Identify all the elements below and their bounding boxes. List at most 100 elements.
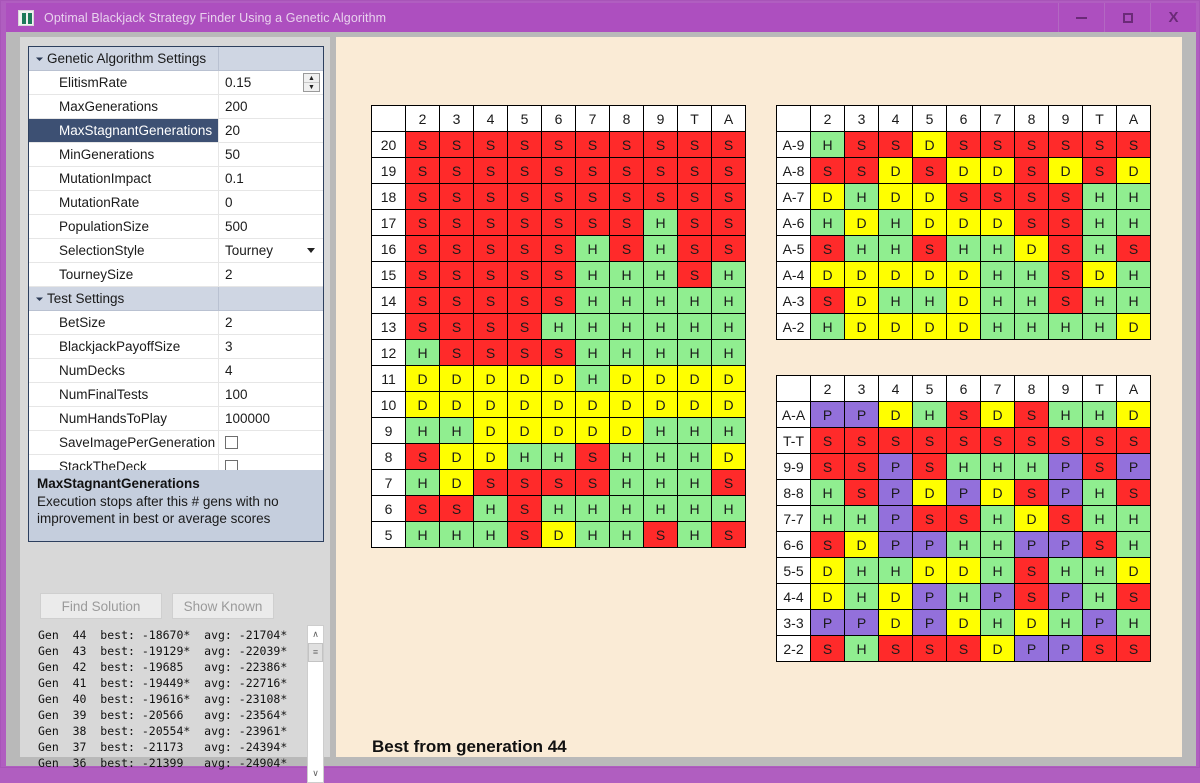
strategy-cell: S [912,635,947,662]
property-name: NumDecks [29,359,219,382]
property-row[interactable]: Test Settings [29,287,323,311]
strategy-cell: S [1014,157,1049,184]
strategy-cell: D [912,183,947,210]
row-header: 14 [371,287,406,314]
strategy-cell: H [609,261,644,288]
strategy-cell: S [575,183,610,210]
strategy-cell: D [946,287,981,314]
strategy-cell: S [1014,583,1049,610]
scrollbar-thumb[interactable]: ≡ [308,643,323,662]
property-row[interactable]: BlackjackPayoffSize 3 [29,335,323,359]
strategy-cell: S [912,427,947,454]
table-row: 5HHHSDHHSHS [371,521,746,548]
find-solution-button[interactable]: Find Solution [40,593,162,619]
table-row: 18 S S S S S S S S S S [371,183,746,210]
show-known-button[interactable]: Show Known [172,593,274,619]
expander-icon[interactable] [35,53,44,62]
strategy-cell: D [980,209,1015,236]
strategy-cell: P [844,609,879,636]
row-header: 10 [371,391,406,418]
strategy-cell: H [643,495,678,522]
strategy-cell: D [609,365,644,392]
strategy-cell: D [810,183,845,210]
maximize-button[interactable] [1104,3,1150,32]
strategy-cell: S [1082,131,1117,158]
property-row[interactable]: NumHandsToPlay 100000 [29,407,323,431]
scrollbar-track[interactable] [308,662,323,765]
table-row: A-6 H D H D D D S S H H [776,209,1151,236]
property-value[interactable]: 200 [219,95,323,118]
property-row[interactable]: MaxStagnantGenerations 20 [29,119,323,143]
spinner-down-icon[interactable]: ▼ [304,83,319,91]
property-value[interactable]: 500 [219,215,323,238]
property-value[interactable]: 0.1 [219,167,323,190]
property-row[interactable]: NumFinalTests 100 [29,383,323,407]
chevron-down-icon[interactable] [307,248,315,253]
property-value[interactable]: 100000 [219,407,323,430]
property-row[interactable]: TourneySize 2 [29,263,323,287]
property-value[interactable]: 100 [219,383,323,406]
property-value[interactable]: 0.15 ▲ ▼ [219,71,323,94]
strategy-cell: D [439,469,474,496]
property-row[interactable]: PopulationSize 500 [29,215,323,239]
strategy-cell: D [946,609,981,636]
column-header: 5 [912,105,947,132]
log-scrollbar[interactable]: ∧ ≡ ∨ [307,625,324,783]
property-row[interactable]: NumDecks 4 [29,359,323,383]
strategy-cell: S [405,287,440,314]
property-value[interactable]: Tourney [219,239,323,262]
strategy-cell: P [980,583,1015,610]
strategy-cell: D [439,443,474,470]
strategy-cell: D [878,157,913,184]
property-row[interactable]: ElitismRate 0.15 ▲ ▼ [29,71,323,95]
property-value[interactable]: 0 [219,191,323,214]
property-value[interactable]: 2 [219,263,323,286]
property-value-text: 20 [225,123,241,138]
row-header: A-7 [776,183,811,210]
property-grid[interactable]: Genetic Algorithm Settings ElitismRate 0.1… [28,46,324,542]
strategy-cell: H [844,557,879,584]
strategy-cell: S [844,453,879,480]
spinner-control[interactable]: ▲ ▼ [303,73,320,92]
table-row: 4-4 D H D P H P S P H S [776,583,1151,610]
strategy-cell: D [507,391,542,418]
property-row[interactable]: SelectionStyle Tourney [29,239,323,263]
generation-log: Gen 44 best: -18670* avg: -21704* 12s Ge… [38,628,288,770]
pairs-table: 2 3 4 5 6 7 8 9 T A A-A P P D H S D S H H D T-T S S S S S S S S S S 9-9 S… [776,375,1151,662]
strategy-cell: H [946,453,981,480]
expander-icon[interactable] [35,293,44,302]
property-row[interactable]: MutationImpact 0.1 [29,167,323,191]
strategy-cell: H [643,417,678,444]
property-value[interactable]: 50 [219,143,323,166]
property-row[interactable]: MaxGenerations 200 [29,95,323,119]
property-value[interactable]: 4 [219,359,323,382]
property-value[interactable]: 3 [219,335,323,358]
property-value-text: 200 [225,99,248,114]
property-value[interactable]: 20 [219,119,323,142]
strategy-cell: S [575,157,610,184]
strategy-cell: S [507,183,542,210]
strategy-cell: D [844,261,879,288]
strategy-cell: P [912,531,947,558]
property-row[interactable]: Genetic Algorithm Settings [29,47,323,71]
strategy-cell: S [507,131,542,158]
property-value[interactable] [219,431,323,454]
strategy-cell: D [405,365,440,392]
strategy-cell: H [980,313,1015,340]
property-row[interactable]: BetSize 2 [29,311,323,335]
minimize-button[interactable] [1058,3,1104,32]
property-checkbox[interactable] [225,436,238,449]
strategy-cell: H [980,531,1015,558]
strategy-cell: S [541,469,576,496]
scroll-up-icon[interactable]: ∧ [308,626,323,643]
property-row[interactable]: SaveImagePerGeneration [29,431,323,455]
strategy-cell: S [912,157,947,184]
strategy-cell: H [711,339,746,366]
strategy-cell: H [1116,287,1151,314]
spinner-up-icon[interactable]: ▲ [304,74,319,83]
property-row[interactable]: MutationRate 0 [29,191,323,215]
property-value[interactable]: 2 [219,311,323,334]
property-row[interactable]: MinGenerations 50 [29,143,323,167]
strategy-cell: D [1014,235,1049,262]
close-button[interactable]: X [1150,3,1196,32]
